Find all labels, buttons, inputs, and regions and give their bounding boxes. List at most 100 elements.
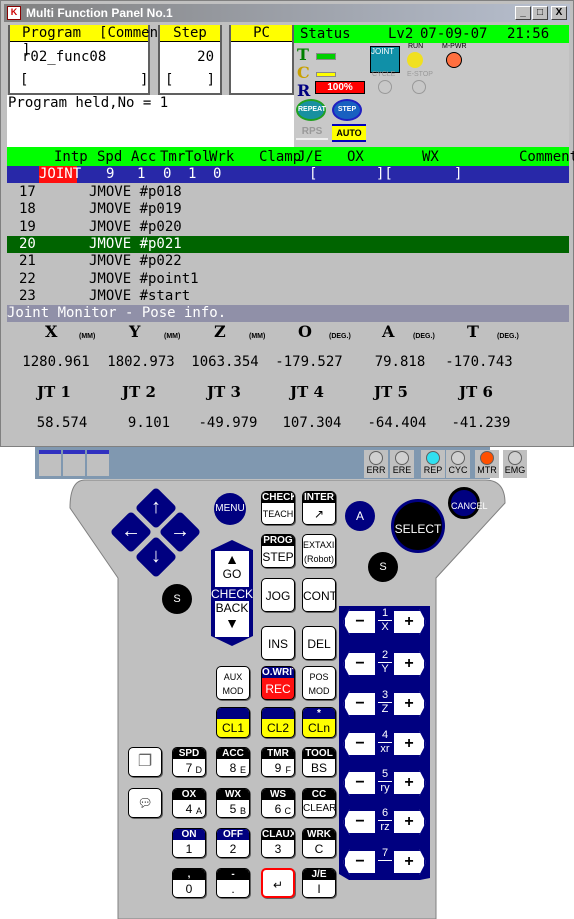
key-je-i[interactable]: J/E I	[302, 868, 336, 898]
s-button-left[interactable]: S	[162, 584, 192, 614]
motor-power-label: M-PWR	[442, 43, 467, 50]
step-panel[interactable]: Step 20 [ ]	[158, 25, 222, 95]
key-check-teachspeed[interactable]: CHECK TEACH SPEED	[261, 491, 295, 525]
step-mode-button[interactable]: STEP	[332, 99, 362, 121]
program-step-row[interactable]: 23 JMOVE #start	[7, 288, 569, 305]
key-top-label	[262, 708, 294, 719]
maximize-button[interactable]: □	[532, 6, 548, 20]
axis-5-plus-button[interactable]: +	[392, 770, 426, 796]
spd-value[interactable]: 9	[106, 166, 114, 183]
key-cl1[interactable]: CL1	[216, 707, 250, 738]
key--0[interactable]: ,0	[172, 868, 206, 898]
pose-value-z: 1063.354	[191, 354, 259, 370]
pose-value-x: 1280.961	[22, 354, 90, 370]
acc-value[interactable]: 1	[137, 166, 145, 183]
program-step-row[interactable]: 21 JMOVE #p022	[7, 253, 569, 270]
key-ins[interactable]: INS	[261, 626, 295, 660]
s-button-right[interactable]: S	[368, 552, 398, 582]
enter-key[interactable]: ↵	[261, 868, 295, 898]
key-cont[interactable]: CONT	[302, 578, 336, 612]
axis-number: 5	[378, 768, 392, 782]
axis-3-minus-button[interactable]: −	[343, 691, 377, 717]
axis-number: 4	[378, 729, 392, 743]
pc-panel[interactable]: PC	[229, 25, 294, 95]
layout-single-icon[interactable]	[39, 450, 61, 476]
step-close: ]	[206, 72, 215, 88]
axis-6-plus-button[interactable]: +	[392, 809, 426, 835]
axis-2-minus-button[interactable]: −	[343, 651, 377, 677]
select-button[interactable]: SELECT	[391, 499, 445, 553]
tmr-value[interactable]: 0	[163, 166, 171, 183]
key--cln[interactable]: * CLn	[302, 707, 336, 738]
key-off-2[interactable]: OFF 2	[216, 828, 250, 858]
axis-7-plus-button[interactable]: +	[392, 849, 426, 875]
axis-1-plus-button[interactable]: +	[392, 609, 426, 635]
go-back-key[interactable]: ▲ GO CHECK BACK ▼	[211, 551, 253, 637]
axis-4-minus-button[interactable]: −	[343, 731, 377, 757]
program-step-row[interactable]: 22 JMOVE #point1	[7, 271, 569, 288]
auto-mode-button[interactable]: AUTO	[332, 124, 366, 142]
key-extaxisrobot[interactable]: EXTAXIS (Robot)	[302, 534, 336, 568]
key-del[interactable]: DEL	[302, 626, 336, 660]
axis-4-plus-button[interactable]: +	[392, 731, 426, 757]
program-step-row[interactable]: 19 JMOVE #p020	[7, 219, 569, 236]
program-panel[interactable]: Program [Comment ] r02_func08 [ ]	[8, 25, 166, 95]
rps-button[interactable]: RPS	[296, 126, 328, 140]
axis-5-minus-button[interactable]: −	[343, 770, 377, 796]
repeat-mode-button[interactable]: REPEAT	[296, 99, 326, 121]
axis-6-minus-button[interactable]: −	[343, 809, 377, 835]
axis-2-plus-button[interactable]: +	[392, 651, 426, 677]
joint-value-2: 9.101	[127, 415, 171, 431]
key-tool-bs[interactable]: TOOL BS	[302, 747, 336, 777]
current-step-row[interactable]: JOINT 9 1 0 1 0 [ ][ ]	[7, 166, 569, 183]
help-button[interactable]: 💬︎	[128, 788, 162, 818]
layout-triple-icon[interactable]	[87, 450, 109, 476]
lamp-label: EMG	[504, 465, 526, 475]
key-inter-[interactable]: INTER ↗	[302, 491, 336, 525]
key-tmr-9[interactable]: TMR 9 F	[261, 747, 295, 777]
layout-split-icon[interactable]	[63, 450, 85, 476]
key-ox-4[interactable]: OX 4 A	[172, 788, 206, 818]
key-on-1[interactable]: ON 1	[172, 828, 206, 858]
key-claux-3[interactable]: CLAUX 3	[261, 828, 295, 858]
key-owrite-rec[interactable]: O.WRITE REC	[261, 666, 295, 700]
axis-3-plus-button[interactable]: +	[392, 691, 426, 717]
key-ws-6[interactable]: WS 6 C	[261, 788, 295, 818]
key-top-label	[217, 708, 249, 719]
page-copy-button[interactable]: ❐	[128, 747, 162, 777]
back-button[interactable]: BACK ▼	[215, 601, 249, 637]
axis-number: 7	[378, 847, 392, 861]
close-button[interactable]: X	[551, 6, 567, 20]
go-button[interactable]: ▲ GO	[215, 551, 249, 587]
key-cl2[interactable]: CL2	[261, 707, 295, 738]
key-cc-clear[interactable]: CC CLEAR	[302, 788, 336, 818]
program-step-row[interactable]: 20 JMOVE #p021	[7, 235, 569, 253]
cancel-button[interactable]: CANCEL	[448, 487, 488, 519]
table-header: Intp Spd Acc Tmr Tol Wrk Clamp J/E OX WX Comment	[7, 149, 574, 166]
program-step-row[interactable]: 17 JMOVE #p018	[7, 184, 569, 201]
axis-7-minus-button[interactable]: −	[343, 849, 377, 875]
key-auxmod[interactable]: AUX MOD	[216, 666, 250, 700]
intp-value[interactable]: JOINT	[39, 166, 81, 183]
key-spd-7[interactable]: SPD 7 D	[172, 747, 206, 777]
joint-value-5: -64.404	[367, 415, 427, 431]
joint-label-6: JT 6	[459, 383, 493, 401]
key-acc-8[interactable]: ACC 8 E	[216, 747, 250, 777]
key-label: CONT	[303, 589, 336, 603]
key-posmod[interactable]: POS MOD	[302, 666, 336, 700]
wrk-value[interactable]: 0	[213, 166, 221, 183]
tol-value[interactable]: 1	[188, 166, 196, 183]
key--[interactable]: -.	[216, 868, 250, 898]
key-label: TEACH SPEED	[262, 509, 294, 519]
key-wx-5[interactable]: WX 5 B	[216, 788, 250, 818]
menu-button[interactable]: MENU	[214, 493, 246, 525]
key-prog-step[interactable]: PROG STEP	[261, 534, 295, 568]
axis-1-minus-button[interactable]: −	[343, 609, 377, 635]
a-button[interactable]: A	[345, 501, 375, 531]
column-header-tmr: Tmr	[160, 149, 186, 165]
key-wrk-c[interactable]: WRK C	[302, 828, 336, 858]
key-jog[interactable]: JOG	[261, 578, 295, 612]
column-header-ox: OX	[347, 149, 364, 165]
program-step-row[interactable]: 18 JMOVE #p019	[7, 201, 569, 218]
minimize-button[interactable]: _	[515, 6, 531, 20]
